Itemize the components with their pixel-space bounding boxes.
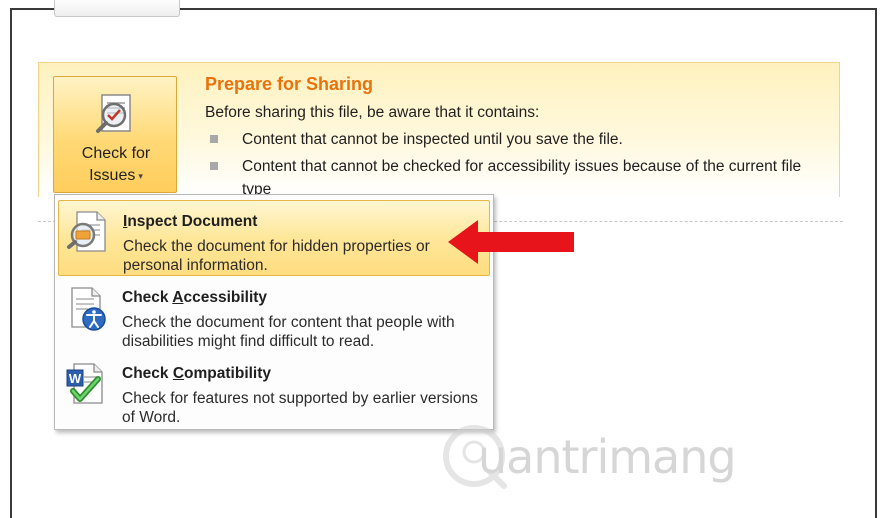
- menu-item-access-key: A: [172, 289, 184, 306]
- annotation-arrow-icon: [448, 220, 574, 264]
- prepare-bullet-text: Content that cannot be inspected until y…: [242, 131, 623, 148]
- check-for-issues-line1: Check for: [81, 145, 151, 162]
- menu-item-title-text: Check: [122, 289, 173, 306]
- check-for-issues-line2: Issues: [89, 167, 136, 185]
- menu-item-description: Check the document for hidden properties…: [123, 238, 430, 274]
- menu-item-title-text: ccessibility: [183, 289, 268, 306]
- menu-item-title-text: nspect Document: [127, 213, 258, 230]
- menu-item-access-key: C: [172, 365, 185, 382]
- check-for-issues-button[interactable]: Check for Issues ▾: [53, 76, 177, 193]
- dropdown-caret-icon: ▾: [138, 171, 143, 181]
- menu-item-title-text: ompatibility: [184, 365, 272, 382]
- inspect-document-icon: [67, 211, 106, 252]
- menu-item-inspect-document[interactable]: Inspect Document Check the document for …: [58, 200, 490, 276]
- menu-item-check-accessibility[interactable]: Check Accessibility Check the document f…: [58, 277, 490, 353]
- prepare-bullet: Content that cannot be inspected until y…: [210, 128, 830, 151]
- menu-item-title-text: Check: [122, 365, 173, 382]
- menu-item-description: Check for features not supported by earl…: [122, 390, 478, 426]
- menu-item-description: Check the document for content that peop…: [122, 314, 455, 350]
- check-for-issues-menu: Inspect Document Check the document for …: [54, 194, 494, 430]
- prepare-title: Prepare for Sharing: [205, 74, 374, 94]
- bullet-square-icon: [210, 135, 218, 143]
- check-for-issues-label: Check for Issues ▾: [54, 143, 178, 187]
- inspect-document-icon: [96, 94, 131, 133]
- watermark-text: uantrimang: [478, 430, 737, 484]
- prepare-bullet-text: Content that cannot be checked for acces…: [242, 158, 802, 198]
- menu-item-title: Check Compatibility: [122, 365, 271, 383]
- word-compatibility-icon: W: [66, 363, 103, 404]
- menu-item-title: Check Accessibility: [122, 289, 267, 307]
- menu-item-check-compatibility[interactable]: W Check Compatibility Check for features…: [58, 353, 490, 429]
- bullet-square-icon: [210, 162, 218, 170]
- menu-item-title: Inspect Document: [123, 213, 257, 231]
- previous-command-button[interactable]: [54, 0, 180, 17]
- prepare-description: Before sharing this file, be aware that …: [205, 104, 540, 121]
- accessibility-icon: [71, 287, 106, 331]
- svg-text:W: W: [69, 371, 82, 386]
